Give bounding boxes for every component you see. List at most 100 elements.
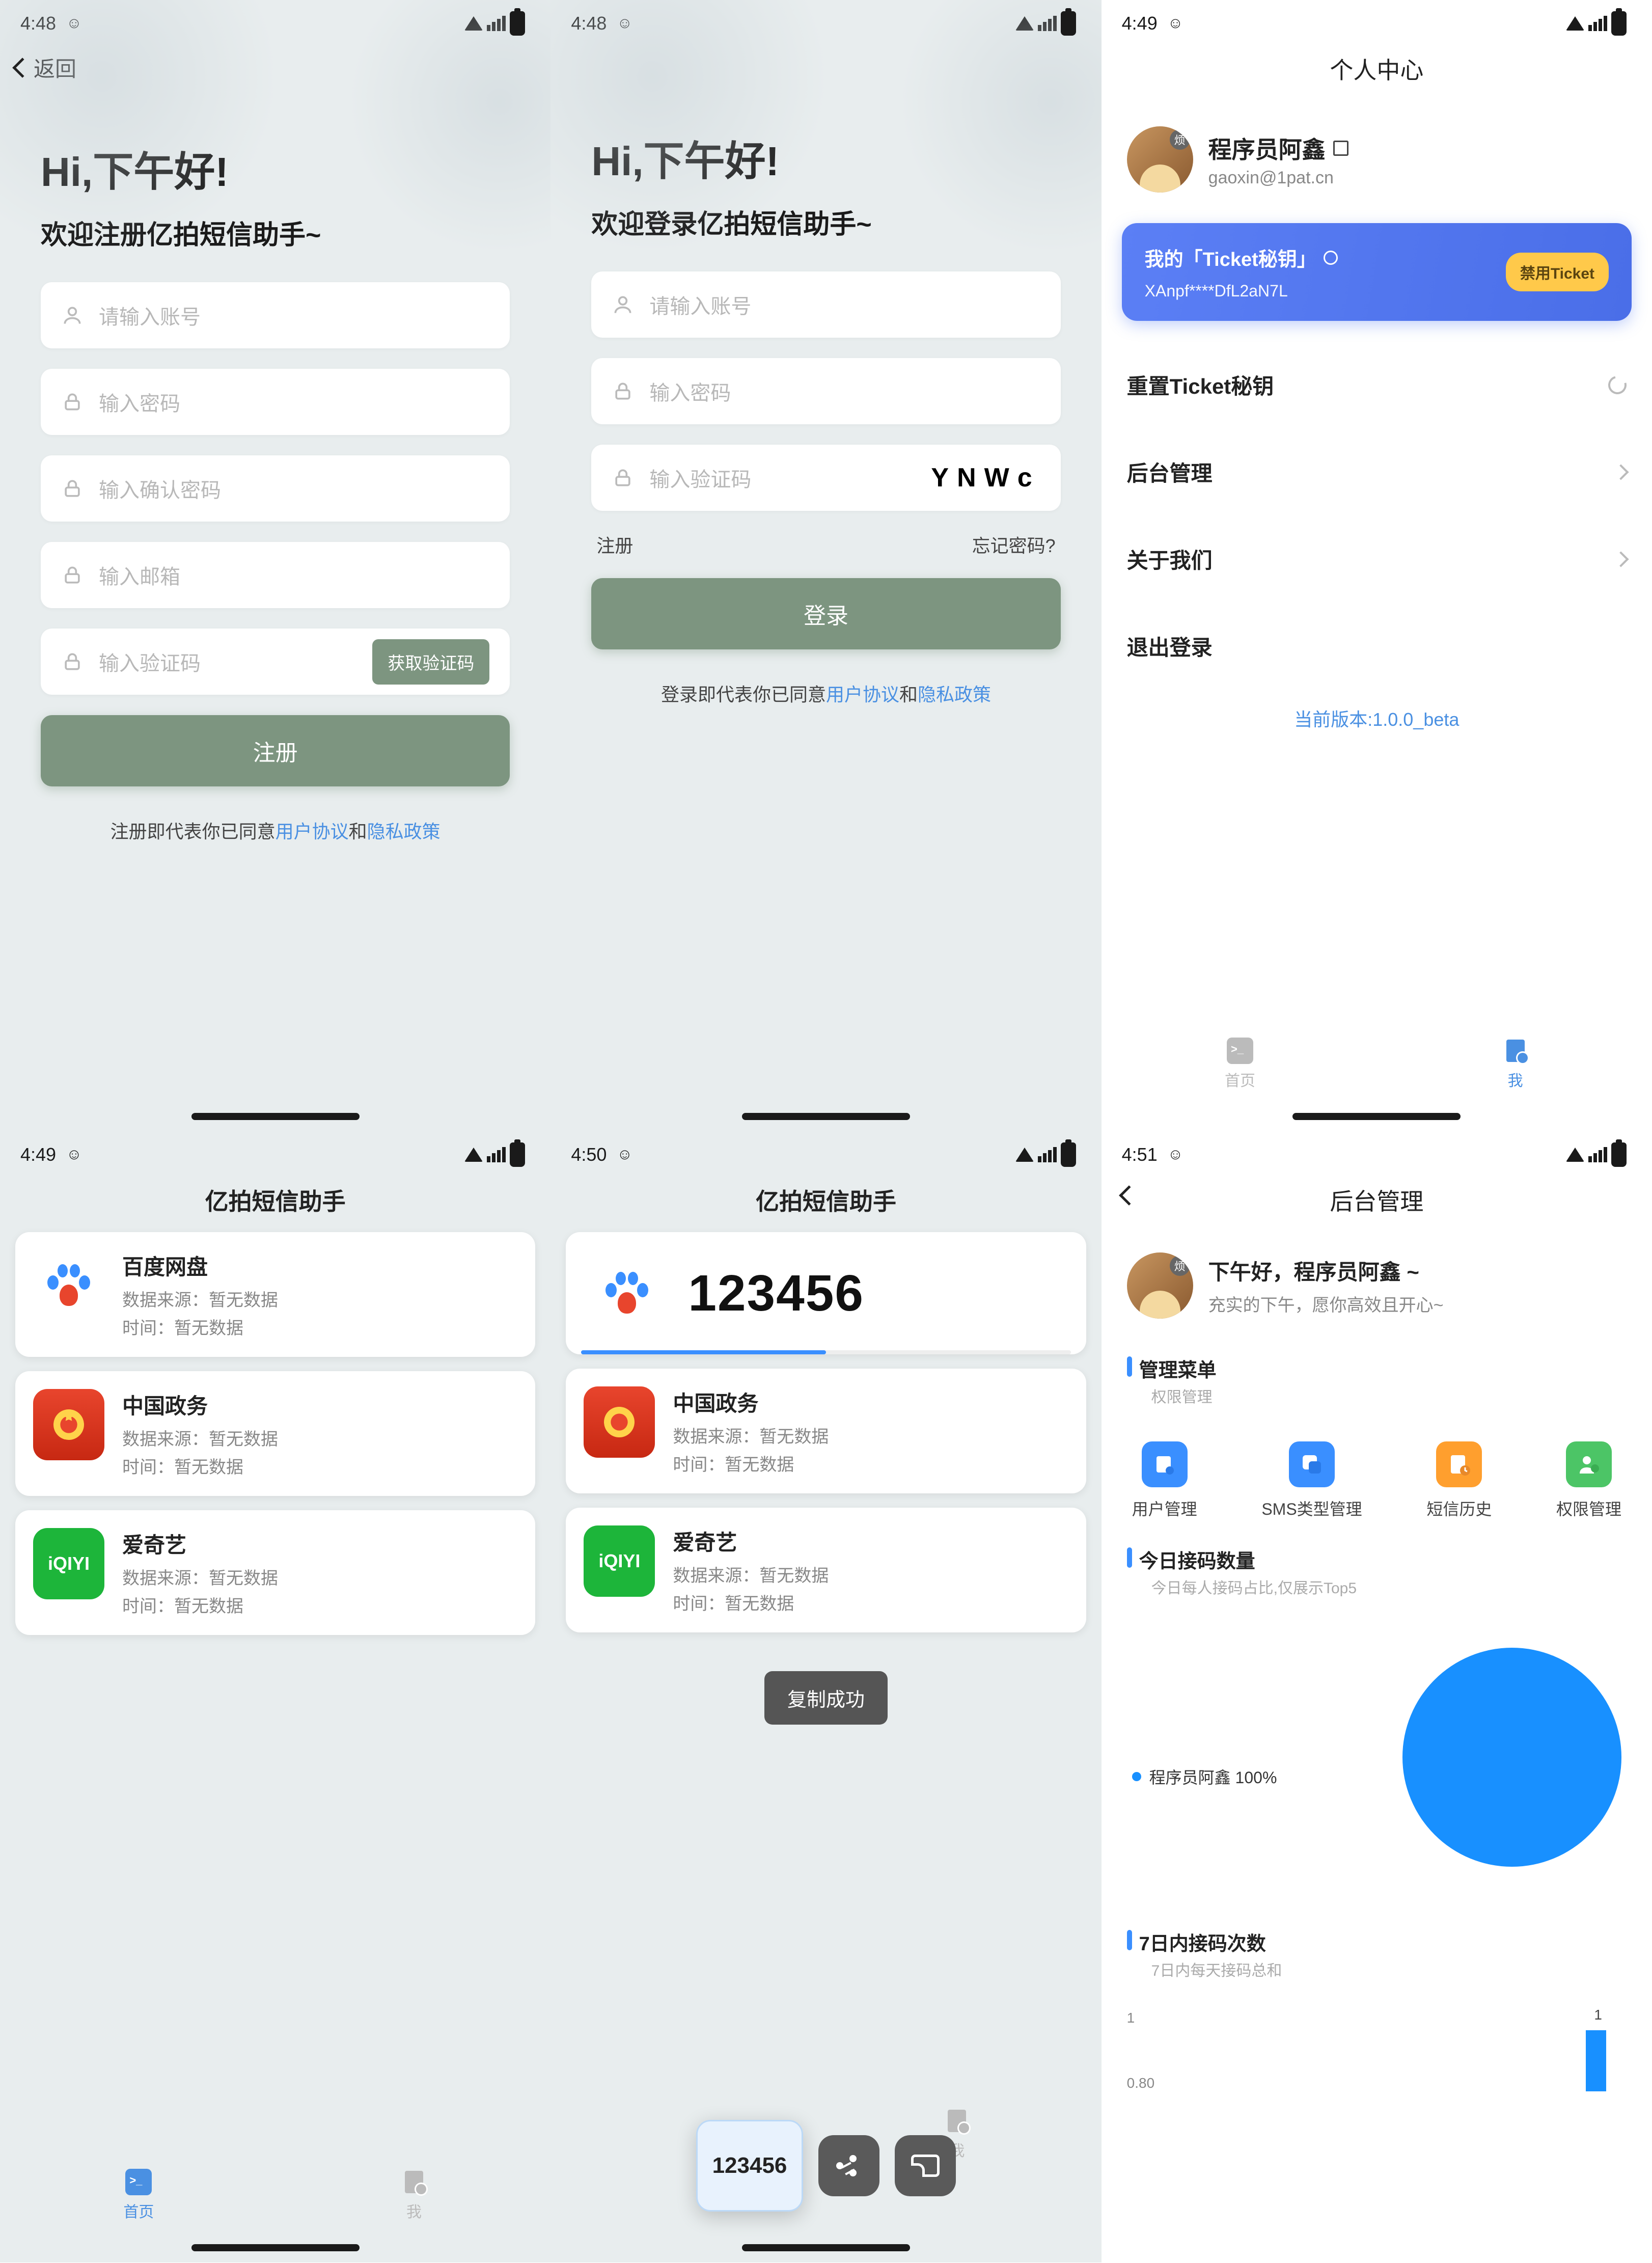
battery-icon [510, 1142, 525, 1167]
sms-type-icon [1289, 1441, 1335, 1487]
signal-icon [487, 1147, 506, 1162]
face-icon: ☺ [617, 1146, 632, 1163]
nav-handle[interactable] [1292, 1113, 1461, 1120]
sms-card-gov[interactable]: 中国政务数据来源：暂无数据时间：暂无数据 [566, 1369, 1086, 1493]
section-indicator-icon [1127, 1930, 1132, 1950]
permission-icon [1566, 1441, 1612, 1487]
link-icon [1324, 251, 1338, 265]
chevron-right-icon [1613, 551, 1629, 567]
screen-admin: 4:51☺ 后台管理 烦 下午好，程序员阿鑫 ~充实的下午，愿你高效且开心~ 管… [1102, 1131, 1652, 2262]
account-input[interactable]: 请输入账号 [41, 282, 510, 348]
wifi-icon [464, 1148, 483, 1162]
menu-admin[interactable]: 后台管理 [1102, 428, 1652, 515]
clipboard-card[interactable]: 123456 [696, 2120, 803, 2212]
screen-home: 4:49☺ 亿拍短信助手 百度网盘数据来源：暂无数据时间：暂无数据 中国政务数据… [0, 1131, 550, 2262]
signal-icon [1588, 1147, 1607, 1162]
avatar: 烦 [1127, 126, 1193, 193]
iqiyi-icon: iQIYI [584, 1525, 655, 1597]
battery-icon [510, 11, 525, 36]
baidu-icon [33, 1250, 104, 1321]
nav-handle[interactable] [742, 1113, 910, 1120]
section-indicator-icon [1127, 1356, 1132, 1377]
terminal-icon [1227, 1038, 1253, 1064]
tile-permission[interactable]: 权限管理 [1556, 1441, 1621, 1520]
chevron-right-icon [1613, 464, 1629, 480]
code-input[interactable]: 输入验证码获取验证码 [41, 629, 510, 695]
version-text: 当前版本:1.0.0_beta [1102, 705, 1652, 731]
tile-user-mgmt[interactable]: 用户管理 [1132, 1441, 1197, 1520]
profile-name: 程序员阿鑫 [1208, 131, 1326, 165]
code-value: 123456 [688, 1264, 864, 1323]
section-subtitle: 7日内每天接码总和 [1151, 1958, 1282, 1980]
document-icon [1502, 1038, 1529, 1064]
nav-handle[interactable] [191, 1113, 360, 1120]
edit-icon[interactable] [1333, 141, 1348, 156]
account-input[interactable]: 请输入账号 [591, 271, 1060, 338]
dock: 123456 [696, 2120, 956, 2212]
captcha-image[interactable]: YNWc [931, 462, 1040, 493]
lock-icon [61, 477, 84, 500]
lock-icon [61, 564, 84, 586]
email-input[interactable]: 输入邮箱 [41, 542, 510, 608]
status-bar: 4:49☺ [1102, 0, 1652, 47]
code-card[interactable]: 123456 [566, 1232, 1086, 1354]
section-indicator-icon [1127, 1547, 1132, 1568]
menu-logout[interactable]: 退出登录 [1102, 603, 1652, 690]
battery-icon [1061, 11, 1076, 36]
user-icon [61, 304, 84, 326]
profile-header[interactable]: 烦 程序员阿鑫 gaoxin@1pat.cn [1102, 101, 1652, 223]
register-link[interactable]: 注册 [596, 531, 633, 558]
menu-about[interactable]: 关于我们 [1102, 515, 1652, 603]
battery-icon [1611, 1142, 1627, 1167]
sms-card-baidu[interactable]: 百度网盘数据来源：暂无数据时间：暂无数据 [15, 1232, 535, 1357]
tab-me[interactable]: 我 [401, 2169, 427, 2222]
tab-bar: 首页 我 [1102, 1027, 1652, 1101]
login-button[interactable]: 登录 [591, 578, 1060, 649]
register-button[interactable]: 注册 [41, 715, 510, 786]
user-agreement-link[interactable]: 用户协议 [826, 684, 899, 705]
toast-message: 复制成功 [764, 1671, 888, 1725]
user-agreement-link[interactable]: 用户协议 [276, 821, 349, 842]
password-input[interactable]: 输入密码 [591, 358, 1060, 424]
tile-sms-type[interactable]: SMS类型管理 [1261, 1441, 1362, 1520]
page-title: 亿拍短信助手 [550, 1178, 1101, 1232]
privacy-policy-link[interactable]: 隐私政策 [918, 684, 991, 705]
menu-reset-ticket[interactable]: 重置Ticket秘钥 [1102, 341, 1652, 428]
battery-icon [1061, 1142, 1076, 1167]
back-button[interactable] [1119, 1185, 1139, 1206]
nav-handle[interactable] [191, 2244, 360, 2251]
pie-chart [1402, 1648, 1621, 1867]
password-confirm-input[interactable]: 输入确认密码 [41, 455, 510, 522]
iqiyi-icon: iQIYI [33, 1528, 104, 1599]
tile-sms-history[interactable]: 短信历史 [1426, 1441, 1492, 1520]
sms-card-gov[interactable]: 中国政务数据来源：暂无数据时间：暂无数据 [15, 1371, 535, 1496]
sms-card-iqiyi[interactable]: iQIYI 爱奇艺数据来源：暂无数据时间：暂无数据 [566, 1508, 1086, 1632]
lock-icon [61, 391, 84, 413]
tab-home[interactable]: 首页 [123, 2169, 154, 2222]
bar-chart: 1 0.80 1 [1127, 2010, 1627, 2091]
privacy-policy-link[interactable]: 隐私政策 [367, 821, 440, 842]
wifi-icon [1566, 16, 1584, 31]
section-title: 今日接码数量 [1139, 1545, 1357, 1573]
section-subtitle: 权限管理 [1151, 1384, 1217, 1407]
sms-card-iqiyi[interactable]: iQIYI 爱奇艺数据来源：暂无数据时间：暂无数据 [15, 1510, 535, 1635]
forgot-password-link[interactable]: 忘记密码? [972, 531, 1056, 558]
avatar: 烦 [1127, 1252, 1193, 1319]
agreement-text: 登录即代表你已同意用户协议和隐私政策 [591, 680, 1060, 706]
disable-ticket-button[interactable]: 禁用Ticket [1506, 253, 1609, 291]
cast-button[interactable] [895, 2135, 956, 2196]
get-code-button[interactable]: 获取验证码 [372, 639, 489, 685]
section-title: 7日内接码次数 [1139, 1928, 1282, 1956]
tab-me[interactable]: 我 [1502, 1038, 1529, 1090]
tab-home[interactable]: 首页 [1225, 1038, 1255, 1090]
section-title: 管理菜单 [1139, 1354, 1217, 1382]
password-input[interactable]: 输入密码 [41, 369, 510, 435]
page-title: 亿拍短信助手 [0, 1178, 550, 1232]
agreement-text: 注册即代表你已同意用户协议和隐私政策 [41, 817, 510, 843]
nav-handle[interactable] [742, 2244, 910, 2251]
history-icon [1436, 1441, 1482, 1487]
signal-icon [1588, 16, 1607, 31]
code-input[interactable]: 输入验证码YNWc [591, 445, 1060, 511]
share-button[interactable] [818, 2135, 879, 2196]
gov-emblem-icon [584, 1386, 655, 1458]
